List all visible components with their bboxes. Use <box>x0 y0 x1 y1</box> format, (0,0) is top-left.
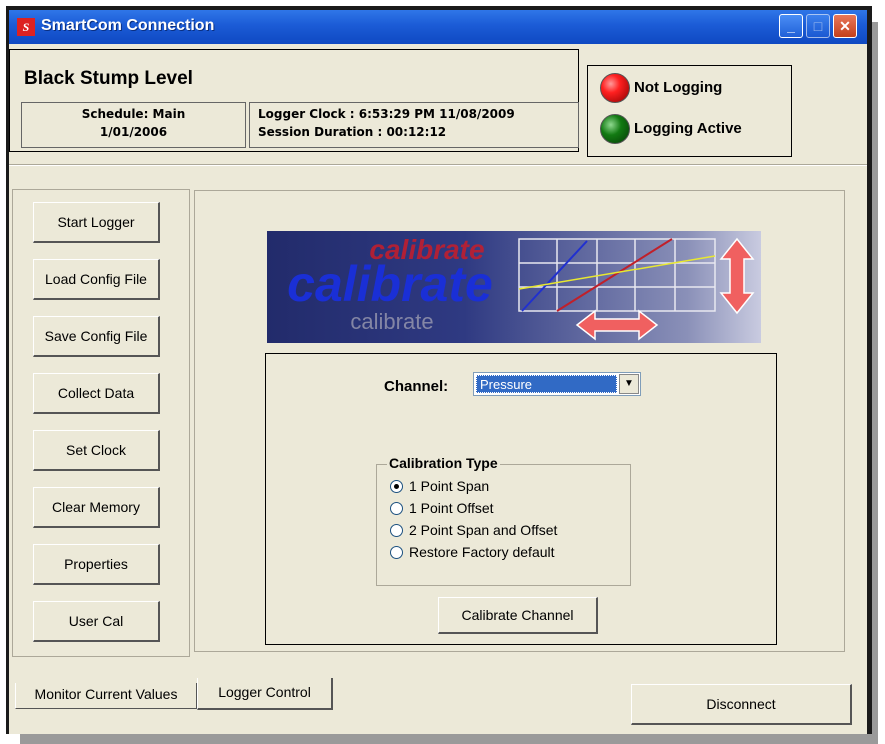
logger-clock-box: Logger Clock : 6:53:29 PM 11/08/2009 Ses… <box>249 102 579 148</box>
schedule-label: Schedule: Main <box>81 107 186 121</box>
channel-select-value: Pressure <box>476 375 617 393</box>
close-button[interactable]: ✕ <box>833 14 857 38</box>
disconnect-button[interactable]: Disconnect <box>631 684 852 725</box>
radio-label: 2 Point Span and Offset <box>409 522 558 538</box>
logger-control-panel: calibrate calibrate calibrate Channel: P… <box>194 190 845 652</box>
horizontal-arrow-icon <box>575 309 659 341</box>
window-title: SmartCom Connection <box>41 17 215 34</box>
schedule-box: Schedule: Main 1/01/2006 <box>21 102 246 148</box>
title-bar[interactable]: S SmartCom Connection _ □ ✕ <box>9 10 867 44</box>
maximize-icon: □ <box>813 18 823 34</box>
blue-line-icon <box>521 240 588 312</box>
radio-selected-icon[interactable] <box>390 480 403 493</box>
vertical-arrow-icon <box>719 237 755 315</box>
set-clock-button[interactable]: Set Clock <box>33 430 160 471</box>
radio-icon[interactable] <box>390 546 403 559</box>
calibrate-channel-button[interactable]: Calibrate Channel <box>438 597 598 634</box>
calibrate-banner-graphic: calibrate calibrate calibrate <box>287 234 755 341</box>
minimize-button[interactable]: _ <box>779 14 803 38</box>
app-icon: S <box>17 18 35 36</box>
radio-icon[interactable] <box>390 524 403 537</box>
tab-logger-control[interactable]: Logger Control <box>197 678 333 710</box>
banner-word-bottom: calibrate <box>350 309 433 334</box>
close-icon: ✕ <box>839 18 851 34</box>
calibration-box: Channel: Pressure ▼ Calibration Type 1 P… <box>265 353 777 645</box>
maximize-button[interactable]: □ <box>806 14 830 38</box>
radio-label: Restore Factory default <box>409 544 555 560</box>
minimize-icon: _ <box>787 18 795 34</box>
channel-label: Channel: <box>384 378 449 395</box>
session-duration: Session Duration : 00:12:12 <box>258 125 447 139</box>
banner-word-middle: calibrate <box>287 256 493 312</box>
grid-icon <box>518 238 716 312</box>
radio-icon[interactable] <box>390 502 403 515</box>
load-config-file-button[interactable]: Load Config File <box>33 259 160 300</box>
left-button-panel: Start Logger Load Config File Save Confi… <box>12 189 190 657</box>
red-line-icon <box>556 238 673 312</box>
tab-monitor-current-values[interactable]: Monitor Current Values <box>15 683 197 709</box>
red-led-icon <box>600 73 630 103</box>
schedule-date: 1/01/2006 <box>99 125 168 139</box>
chevron-down-icon[interactable]: ▼ <box>619 374 639 394</box>
clear-memory-button[interactable]: Clear Memory <box>33 487 160 528</box>
channel-select[interactable]: Pressure ▼ <box>473 372 641 396</box>
not-logging-label: Not Logging <box>634 79 723 96</box>
user-cal-button[interactable]: User Cal <box>33 601 160 642</box>
calibrate-banner: calibrate calibrate calibrate <box>267 231 761 343</box>
start-logger-button[interactable]: Start Logger <box>33 202 160 243</box>
radio-label: 1 Point Offset <box>409 500 494 516</box>
logger-clock: Logger Clock : 6:53:29 PM 11/08/2009 <box>258 107 515 121</box>
page-title: Black Stump Level <box>24 68 193 89</box>
header-panel: Black Stump Level Schedule: Main 1/01/20… <box>9 49 579 152</box>
client-area: Black Stump Level Schedule: Main 1/01/20… <box>9 44 867 734</box>
properties-button[interactable]: Properties <box>33 544 160 585</box>
logging-active-label: Logging Active <box>634 120 742 137</box>
green-led-icon <box>600 114 630 144</box>
collect-data-button[interactable]: Collect Data <box>33 373 160 414</box>
yellow-line-icon <box>518 255 716 290</box>
status-panel: Not Logging Logging Active <box>587 65 792 157</box>
save-config-file-button[interactable]: Save Config File <box>33 316 160 357</box>
radio-label: 1 Point Span <box>409 478 490 494</box>
divider <box>9 164 867 166</box>
calibration-type-group: Calibration Type 1 Point Span 1 Point Of… <box>376 455 631 586</box>
calibration-type-title: Calibration Type <box>387 455 500 471</box>
